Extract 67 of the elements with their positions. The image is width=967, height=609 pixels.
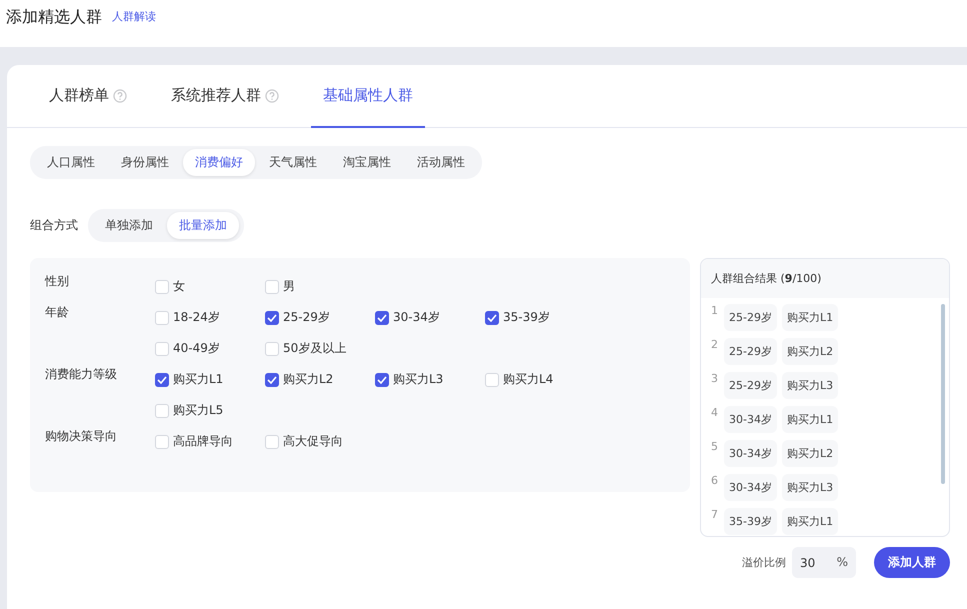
option-label[interactable]: 购买力L3	[393, 371, 444, 388]
row-number: 1	[711, 304, 719, 317]
checkbox[interactable]	[265, 310, 279, 324]
result-tag: 25-29岁	[724, 338, 777, 365]
combine-label: 组合方式	[30, 217, 78, 234]
row-number: 4	[711, 406, 719, 419]
attribute-label: 性别	[45, 273, 70, 290]
tab[interactable]: 系统推荐人群	[159, 65, 291, 128]
results-title: 人群组合结果 (9/100)	[711, 272, 822, 285]
option-label[interactable]: 购买力L4	[503, 371, 554, 388]
row-number: 3	[711, 372, 719, 385]
premium-label: 溢价比例	[742, 555, 786, 570]
option-label[interactable]: 35-39岁	[503, 309, 550, 326]
help-icon[interactable]	[265, 88, 279, 102]
result-tag: 25-29岁	[724, 372, 777, 399]
audience-insight-link[interactable]: 人群解读	[112, 6, 156, 28]
result-tag: 购买力L1	[782, 508, 838, 535]
option-label[interactable]: 25-29岁	[283, 309, 330, 326]
scrollbar[interactable]	[941, 304, 945, 484]
checkbox[interactable]	[485, 310, 499, 324]
option-label[interactable]: 男	[283, 278, 295, 295]
option-label[interactable]: 高品牌导向	[173, 433, 233, 450]
result-tag: 购买力L2	[782, 440, 838, 467]
category-tab[interactable]: 消费偏好	[183, 149, 255, 176]
tab[interactable]: 基础属性人群	[311, 65, 425, 128]
option-label[interactable]: 购买力L1	[173, 371, 224, 388]
page-title: 添加精选人群	[6, 6, 102, 28]
result-tag: 30-34岁	[724, 440, 777, 467]
result-tag: 35-39岁	[724, 508, 777, 535]
option-label[interactable]: 18-24岁	[173, 309, 220, 326]
checkbox[interactable]	[375, 372, 389, 386]
checkbox[interactable]	[155, 372, 169, 386]
category-tab[interactable]: 人口属性	[35, 149, 107, 176]
combine-option[interactable]: 单独添加	[93, 212, 165, 239]
category-tab[interactable]: 淘宝属性	[331, 149, 403, 176]
option-label[interactable]: 50岁及以上	[283, 340, 346, 357]
option-label[interactable]: 购买力L2	[283, 371, 334, 388]
option-label[interactable]: 女	[173, 278, 185, 295]
row-number: 7	[711, 508, 719, 521]
checkbox[interactable]	[265, 372, 279, 386]
result-tag: 购买力L3	[782, 372, 838, 399]
option-label[interactable]: 40-49岁	[173, 340, 220, 357]
result-tag: 购买力L2	[782, 338, 838, 365]
row-number: 5	[711, 440, 719, 453]
result-tag: 30-34岁	[724, 406, 777, 433]
result-tag: 25-29岁	[724, 304, 777, 331]
attribute-label: 消费能力等级	[45, 366, 118, 383]
result-tag: 购买力L1	[782, 406, 838, 433]
option-label[interactable]: 30-34岁	[393, 309, 440, 326]
category-tab[interactable]: 活动属性	[405, 149, 477, 176]
option-label[interactable]: 高大促导向	[283, 433, 343, 450]
add-audience-button[interactable]: 添加人群	[874, 547, 950, 578]
option-label[interactable]: 购买力L5	[173, 402, 224, 419]
tab[interactable]: 人群榜单	[37, 65, 139, 128]
combine-option[interactable]: 批量添加	[167, 212, 239, 239]
percent-unit: %	[836, 555, 848, 570]
attribute-label: 年龄	[45, 304, 70, 321]
attribute-label: 购物决策导向	[45, 428, 118, 445]
help-icon[interactable]	[113, 88, 127, 102]
result-tag: 30-34岁	[724, 474, 777, 501]
result-tag: 购买力L1	[782, 304, 838, 331]
checkbox[interactable]	[375, 310, 389, 324]
category-tab[interactable]: 身份属性	[109, 149, 181, 176]
result-tag: 购买力L3	[782, 474, 838, 501]
category-tab[interactable]: 天气属性	[257, 149, 329, 176]
row-number: 6	[711, 474, 719, 487]
row-number: 2	[711, 338, 719, 351]
